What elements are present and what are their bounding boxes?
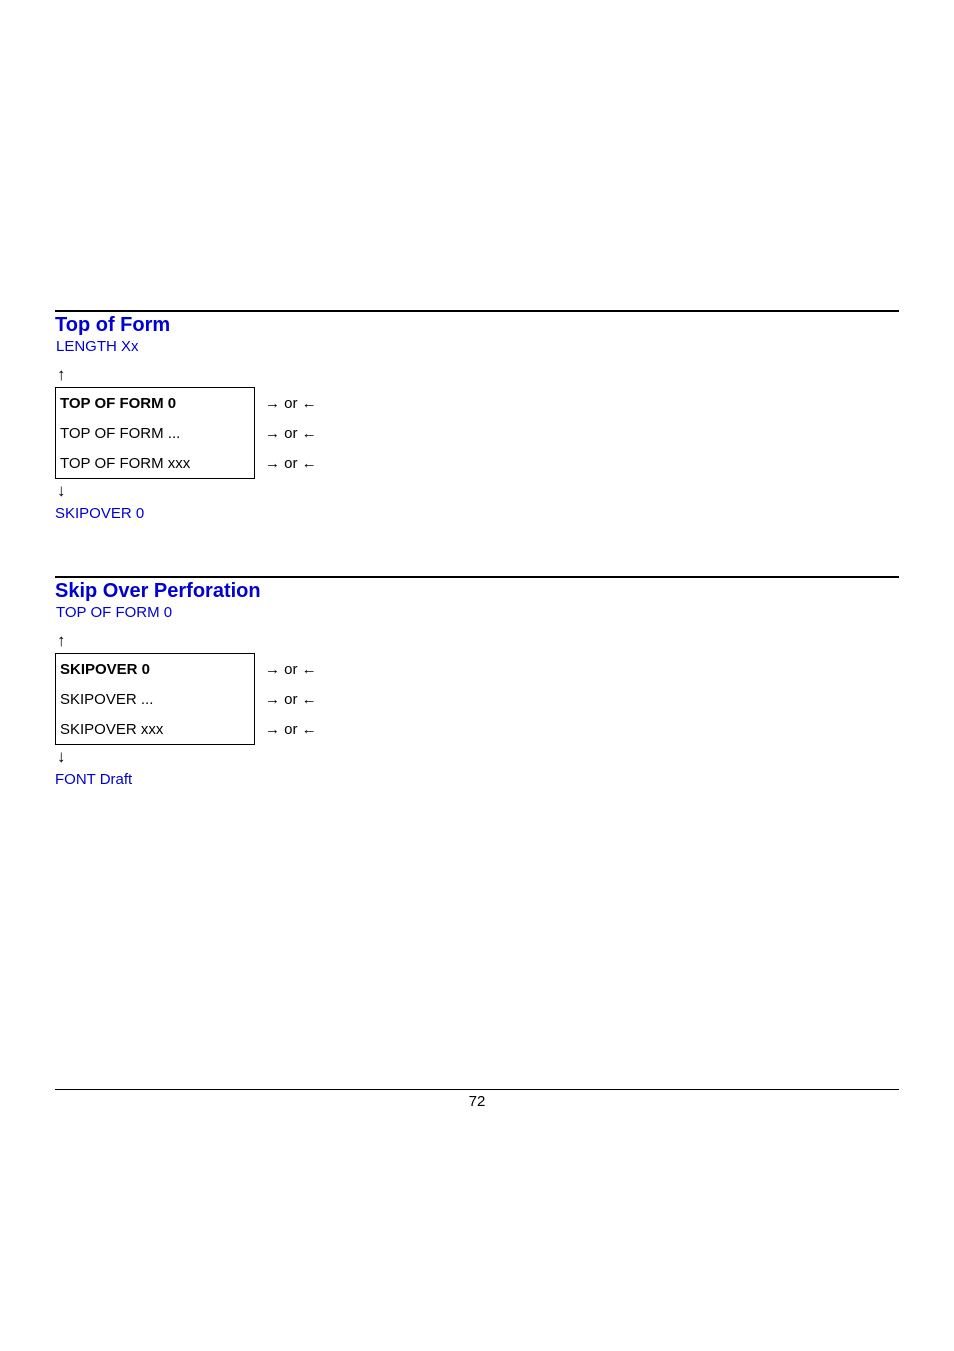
option-row: TOP OF FORM xxx: [56, 455, 256, 472]
option-row: SKIPOVER 0: [56, 661, 256, 678]
arrow-left-right-icon: → or ←: [255, 455, 317, 472]
arrow-left-right-icon: → or ←: [255, 691, 317, 708]
arrow-up-icon: ↑: [57, 631, 899, 651]
section-title: Skip Over Perforation: [55, 580, 899, 603]
section-prev-link[interactable]: TOP OF FORM 0: [56, 604, 899, 621]
page-number: 72: [55, 1093, 899, 1110]
section-title: Top of Form: [55, 314, 899, 337]
arrow-left-right-icon: → or ←: [255, 425, 317, 442]
option-row: TOP OF FORM ...: [56, 425, 256, 442]
options-block: TOP OF FORM 0 TOP OF FORM ... TOP OF FOR…: [55, 387, 899, 479]
options-box: SKIPOVER 0 SKIPOVER ... SKIPOVER xxx: [55, 653, 255, 745]
section-prev-link[interactable]: LENGTH Xx: [56, 338, 899, 355]
arrow-left-right-icon: → or ←: [255, 395, 317, 412]
section-next-link[interactable]: SKIPOVER 0: [55, 505, 899, 522]
footer-rule: [55, 1089, 899, 1090]
option-row: TOP OF FORM 0: [56, 395, 256, 412]
options-block: SKIPOVER 0 SKIPOVER ... SKIPOVER xxx → o…: [55, 653, 899, 745]
options-box: TOP OF FORM 0 TOP OF FORM ... TOP OF FOR…: [55, 387, 255, 479]
arrow-up-icon: ↑: [57, 365, 899, 385]
option-row: SKIPOVER ...: [56, 691, 256, 708]
section-rule: [55, 310, 899, 312]
section-rule: [55, 576, 899, 578]
option-row: SKIPOVER xxx: [56, 721, 256, 738]
arrow-down-icon: ↓: [57, 747, 899, 767]
section-next-link[interactable]: FONT Draft: [55, 771, 899, 788]
arrow-left-right-icon: → or ←: [255, 661, 317, 678]
section-skip-over-perforation: Skip Over Perforation TOP OF FORM 0 ↑ SK…: [55, 576, 899, 788]
page-footer: 72: [55, 1089, 899, 1110]
section-top-of-form: Top of Form LENGTH Xx ↑ TOP OF FORM 0 TO…: [55, 310, 899, 522]
arrow-down-icon: ↓: [57, 481, 899, 501]
arrow-left-right-icon: → or ←: [255, 721, 317, 738]
